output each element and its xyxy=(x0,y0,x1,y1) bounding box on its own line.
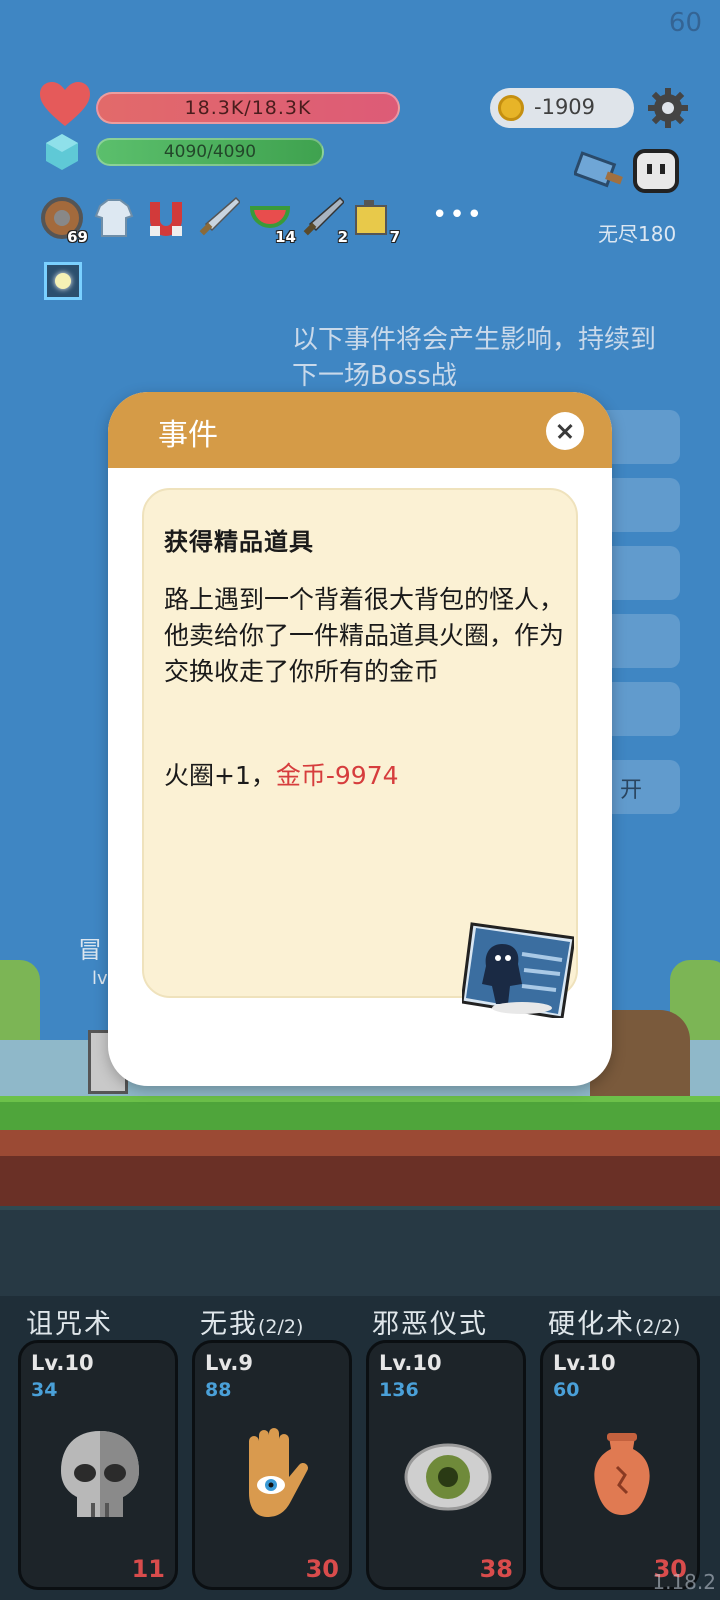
npc-level: lv xyxy=(92,968,108,989)
skill-level: Lv.10 xyxy=(379,1351,442,1375)
vase-icon xyxy=(594,1433,650,1515)
battery-icon[interactable]: 7 xyxy=(352,196,400,246)
skill-card-harden[interactable]: Lv.10 60 30 xyxy=(540,1340,700,1590)
npc-label: 冒 xyxy=(78,936,102,964)
hp-value: 18.3K/18.3K xyxy=(184,97,312,119)
mp-value: 4090/4090 xyxy=(163,142,257,162)
gold-value: -1909 xyxy=(534,95,596,119)
magnet-icon[interactable] xyxy=(144,196,188,240)
skill-level: Lv.9 xyxy=(205,1351,253,1375)
merchant-character-icon xyxy=(462,922,574,1018)
heart-icon xyxy=(40,82,90,126)
close-icon[interactable] xyxy=(546,412,584,450)
skill-card-selfless[interactable]: Lv.9 88 30 xyxy=(192,1340,352,1590)
skill-value: 88 xyxy=(205,1379,232,1401)
open-button-label: 开 xyxy=(619,778,642,803)
ghost-icon[interactable] xyxy=(632,148,680,194)
skill-cost: 11 xyxy=(131,1555,165,1583)
skill-value: 136 xyxy=(379,1379,419,1401)
skill-level: Lv.10 xyxy=(553,1351,616,1375)
watermelon-icon[interactable]: 14 xyxy=(248,196,296,246)
skill-panel-header xyxy=(0,1206,720,1296)
modal-header: 事件 xyxy=(108,392,612,468)
settings-gear-icon[interactable] xyxy=(648,88,688,128)
hand-eye-icon xyxy=(249,1428,308,1517)
endless-mode-label: 无尽180 xyxy=(598,222,677,246)
result-gain: 火圈+1， xyxy=(164,761,276,790)
skull-icon xyxy=(61,1431,139,1517)
sword-icon[interactable] xyxy=(196,196,242,240)
eye-icon xyxy=(404,1443,492,1511)
skill-title: 诅咒术 xyxy=(26,1309,113,1340)
event-modal: 事件 获得精品道具 路上遇到一个背着很大背包的怪人，他卖给你了一件精品道具火圈，… xyxy=(108,392,612,1086)
gem-icon xyxy=(46,134,78,170)
skill-title: 邪恶仪式 xyxy=(372,1309,488,1340)
shirt-icon[interactable] xyxy=(92,196,136,240)
tree-left xyxy=(0,960,40,1040)
skill-title: 无我(2/2) xyxy=(200,1309,304,1340)
shield-icon[interactable]: 69 xyxy=(40,196,88,246)
buff-icon[interactable] xyxy=(44,262,82,300)
skill-card-evil-ritual[interactable]: Lv.10 136 38 xyxy=(366,1340,526,1590)
event-notice-text: 以下事件将会产生影响，持续到下一场Boss战 xyxy=(292,325,657,391)
fps-counter: 60 xyxy=(668,8,702,38)
grass-ground xyxy=(0,1096,720,1130)
event-title: 获得精品道具 xyxy=(164,528,314,556)
skill-level: Lv.10 xyxy=(31,1351,94,1375)
skill-value: 34 xyxy=(31,1379,58,1401)
more-items-button[interactable]: ••• xyxy=(432,200,484,230)
event-description: 路上遇到一个背着很大背包的怪人，他卖给你了一件精品道具火圈，作为交换收走了你所有… xyxy=(164,585,565,686)
dirt-layer-dark xyxy=(0,1156,720,1206)
skill-cost: 38 xyxy=(479,1555,513,1583)
sword-2-icon[interactable]: 2 xyxy=(300,196,348,246)
coin-icon xyxy=(498,95,524,121)
result-loss: 金币-9974 xyxy=(275,761,399,790)
hp-bar: 18.3K/18.3K xyxy=(96,92,400,124)
skill-title: 硬化术(2/2) xyxy=(548,1309,681,1340)
skill-value: 60 xyxy=(553,1379,580,1401)
skill-cost: 30 xyxy=(305,1555,339,1583)
cleaver-icon[interactable] xyxy=(574,148,626,194)
event-result: 火圈+1，金币-9974 xyxy=(164,756,399,792)
skill-card-curse[interactable]: Lv.10 34 11 xyxy=(18,1340,178,1590)
version-label: 1.18.2 xyxy=(652,1570,716,1594)
modal-title: 事件 xyxy=(158,418,218,453)
gold-counter: -1909 xyxy=(490,88,634,128)
dirt-layer xyxy=(0,1130,720,1156)
mp-bar: 4090/4090 xyxy=(96,138,324,166)
